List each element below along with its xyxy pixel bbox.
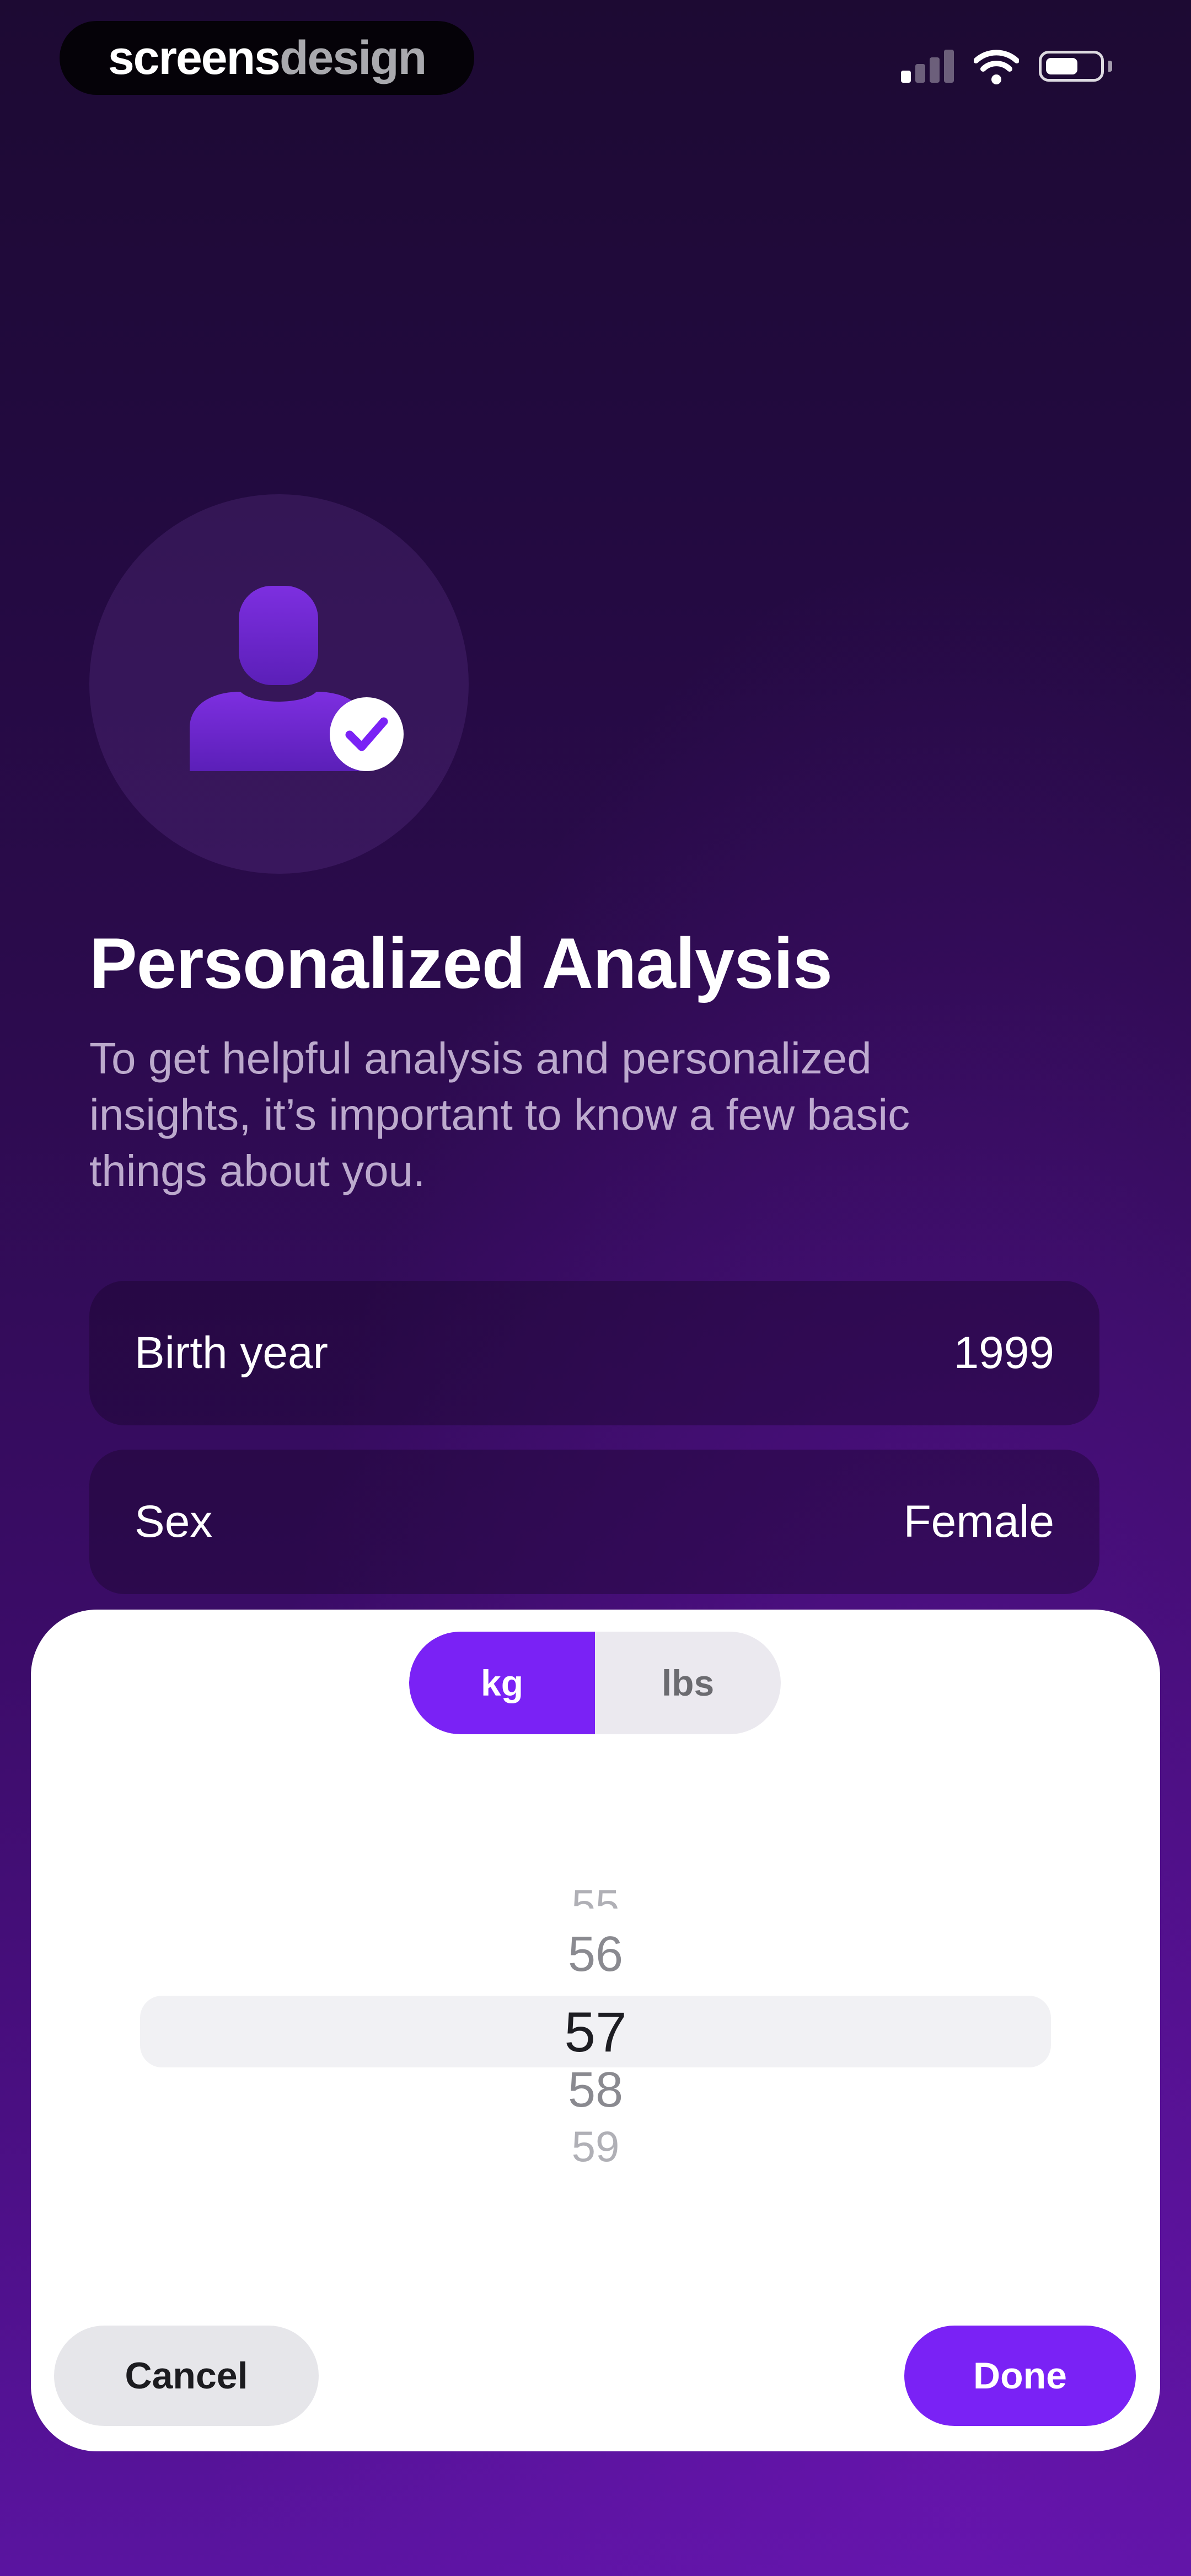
sex-row[interactable]: Sex Female xyxy=(89,1450,1099,1594)
unit-toggle: kg lbs xyxy=(409,1632,781,1734)
unit-option-lbs[interactable]: lbs xyxy=(595,1632,781,1734)
wifi-icon xyxy=(974,50,1019,84)
birth-year-label: Birth year xyxy=(135,1328,328,1378)
page-subtitle: To get helpful analysis and personalized… xyxy=(89,1034,910,1195)
brand-watermark: screens design xyxy=(60,21,474,95)
cellular-signal-icon xyxy=(901,49,956,83)
sex-label: Sex xyxy=(135,1497,213,1547)
done-button[interactable]: Done xyxy=(904,2326,1136,2426)
cancel-button[interactable]: Cancel xyxy=(54,2326,319,2426)
sex-value: Female xyxy=(903,1497,1054,1547)
weight-picker-wheel[interactable]: 55 56 57 58 59 xyxy=(140,1874,1051,2172)
brand-text-screens: screens xyxy=(108,31,281,84)
picker-option[interactable]: 55 xyxy=(140,1874,1051,1909)
picker-option[interactable]: 56 xyxy=(140,1924,1051,1985)
check-badge-icon xyxy=(330,697,404,771)
page-title: Personalized Analysis xyxy=(89,923,833,1003)
weight-picker-sheet: kg lbs 55 56 57 58 59 Cancel Done xyxy=(31,1610,1160,2451)
battery-level xyxy=(1046,58,1077,74)
brand-text-design: design xyxy=(280,31,427,84)
picker-option[interactable]: 58 xyxy=(140,2060,1051,2120)
unit-option-kg[interactable]: kg xyxy=(409,1632,595,1734)
battery-cap xyxy=(1108,61,1112,72)
personalized-analysis-screen: screens design Personalized Analysis To … xyxy=(0,0,1191,2576)
battery-icon xyxy=(1039,51,1104,82)
picker-option-selected[interactable]: 57 xyxy=(140,1999,1051,2065)
birth-year-row[interactable]: Birth year 1999 xyxy=(89,1281,1099,1425)
picker-option[interactable]: 59 xyxy=(140,2129,1051,2163)
birth-year-value: 1999 xyxy=(953,1328,1054,1378)
